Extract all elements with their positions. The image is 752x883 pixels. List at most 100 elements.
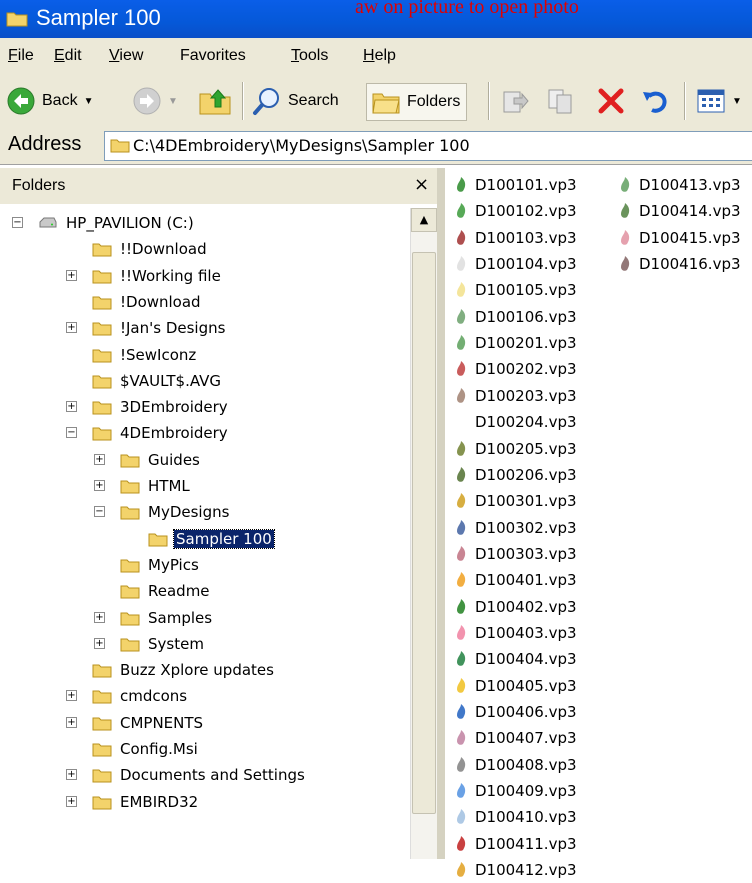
- expand-icon[interactable]: +: [94, 611, 105, 623]
- tree-item-folder[interactable]: + System: [94, 631, 206, 657]
- tree-item-label: cmdcons: [120, 687, 188, 706]
- tree-item-folder[interactable]: !SewIconz: [92, 342, 198, 368]
- file-item[interactable]: D100411.vp3: [451, 831, 577, 857]
- back-dropdown-icon[interactable]: ▼: [84, 96, 94, 107]
- expand-icon[interactable]: +: [66, 690, 77, 702]
- title-bar[interactable]: Sampler 100 aw on picture to open photo: [0, 0, 752, 38]
- file-item[interactable]: D100102.vp3: [451, 198, 577, 224]
- file-name: D100416.vp3: [639, 255, 741, 274]
- tree-item-folder[interactable]: + EMBIRD32: [66, 789, 200, 815]
- file-item[interactable]: D100105.vp3: [451, 277, 577, 303]
- delete-button[interactable]: [596, 82, 626, 120]
- expand-icon[interactable]: +: [66, 769, 77, 781]
- undo-button[interactable]: [640, 82, 670, 120]
- expand-icon[interactable]: +: [66, 269, 77, 281]
- file-item[interactable]: D100413.vp3: [615, 172, 741, 198]
- file-item[interactable]: D100410.vp3: [451, 804, 577, 830]
- tree-item-folder[interactable]: − 4DEmbroidery: [66, 420, 230, 446]
- file-item[interactable]: D100204.vp3: [451, 409, 577, 435]
- expand-icon[interactable]: +: [66, 716, 77, 728]
- file-item[interactable]: D100101.vp3: [451, 172, 577, 198]
- tree-item-folder[interactable]: + Guides: [94, 447, 202, 473]
- tree-item-folder[interactable]: + Samples: [94, 605, 214, 631]
- file-item[interactable]: D100202.vp3: [451, 356, 577, 382]
- tree-item-drive[interactable]: − HP_PAVILION (C:): [12, 210, 196, 236]
- file-item[interactable]: D100415.vp3: [615, 225, 741, 251]
- file-item[interactable]: D100416.vp3: [615, 251, 741, 277]
- folders-icon: [372, 93, 400, 114]
- file-item[interactable]: D100106.vp3: [451, 304, 577, 330]
- expand-icon[interactable]: +: [66, 322, 77, 334]
- file-item[interactable]: D100402.vp3: [451, 594, 577, 620]
- collapse-icon[interactable]: −: [66, 427, 77, 439]
- tree-item-folder[interactable]: + !Jan's Designs: [66, 315, 227, 341]
- copy-to-button[interactable]: [546, 82, 576, 120]
- forward-button[interactable]: ▼: [132, 82, 178, 120]
- expand-icon[interactable]: +: [94, 637, 105, 649]
- file-item[interactable]: D100206.vp3: [451, 462, 577, 488]
- tree-item-folder[interactable]: + CMPNENTS: [66, 710, 205, 736]
- tree-item-folder[interactable]: − MyDesigns: [94, 499, 231, 525]
- close-icon[interactable]: ×: [414, 174, 429, 195]
- file-item[interactable]: D100302.vp3: [451, 515, 577, 541]
- back-button[interactable]: Back ▼: [6, 82, 93, 120]
- file-item[interactable]: D100301.vp3: [451, 488, 577, 514]
- file-item[interactable]: D100303.vp3: [451, 541, 577, 567]
- file-item[interactable]: D100103.vp3: [451, 225, 577, 251]
- file-item[interactable]: D100104.vp3: [451, 251, 577, 277]
- menu-tools[interactable]: Tools: [291, 47, 328, 65]
- expand-icon[interactable]: +: [66, 401, 77, 413]
- file-item[interactable]: D100408.vp3: [451, 752, 577, 778]
- tree-item-folder[interactable]: + !!Working file: [66, 263, 223, 289]
- tree-item-folder[interactable]: MyPics: [120, 552, 201, 578]
- up-folder-button[interactable]: [198, 82, 232, 120]
- expand-icon[interactable]: +: [94, 480, 105, 491]
- tree-item-folder[interactable]: !!Download: [92, 236, 209, 262]
- expand-icon[interactable]: +: [66, 795, 77, 807]
- forward-dropdown-icon[interactable]: ▼: [168, 96, 178, 107]
- tree-item-folder[interactable]: +3DEmbroidery: [66, 394, 230, 420]
- file-item[interactable]: D100409.vp3: [451, 778, 577, 804]
- tree-item-folder[interactable]: + cmdcons: [66, 683, 189, 709]
- expand-icon[interactable]: +: [94, 453, 105, 465]
- file-item[interactable]: D100201.vp3: [451, 330, 577, 356]
- file-item[interactable]: D100404.vp3: [451, 646, 577, 672]
- tree-item-folder[interactable]: + Documents and Settings: [66, 762, 307, 788]
- file-name: D100411.vp3: [475, 834, 577, 853]
- file-item[interactable]: D100405.vp3: [451, 673, 577, 699]
- menu-file[interactable]: File: [8, 47, 34, 65]
- tree-item-folder[interactable]: Readme: [120, 578, 212, 604]
- folders-button[interactable]: Folders: [366, 83, 468, 121]
- move-to-button[interactable]: [500, 82, 530, 120]
- file-item[interactable]: D100403.vp3: [451, 620, 577, 646]
- tree-item-folder[interactable]: !Download: [92, 289, 203, 315]
- scroll-up-icon[interactable]: ▲: [411, 208, 437, 232]
- tree-item-folder[interactable]: $VAULT$.AVG: [92, 368, 223, 394]
- menu-edit[interactable]: Edit: [54, 47, 82, 65]
- file-item[interactable]: D100414.vp3: [615, 198, 741, 224]
- pane-splitter[interactable]: [437, 168, 445, 859]
- views-dropdown-icon[interactable]: ▼: [732, 96, 742, 107]
- file-item[interactable]: D100203.vp3: [451, 383, 577, 409]
- collapse-icon[interactable]: −: [12, 217, 23, 228]
- scroll-thumb[interactable]: [412, 252, 436, 814]
- vertical-scrollbar[interactable]: ▲: [410, 208, 437, 859]
- file-item[interactable]: D100407.vp3: [451, 725, 577, 751]
- views-button[interactable]: ▼: [696, 82, 742, 120]
- tree-item-folder[interactable]: Config.Msi: [92, 736, 200, 762]
- file-item[interactable]: D100406.vp3: [451, 699, 577, 725]
- tree-item-folder[interactable]: Sampler 100: [148, 526, 275, 552]
- file-item[interactable]: D100412.vp3: [451, 857, 577, 883]
- address-input[interactable]: C:\4DEmbroidery\MyDesigns\Sampler 100: [104, 131, 752, 161]
- file-item[interactable]: D100205.vp3: [451, 436, 577, 462]
- tree-item-label: Sampler 100: [173, 528, 275, 549]
- tree-item-folder[interactable]: + HTML: [94, 473, 192, 499]
- menu-favorites[interactable]: Favorites: [180, 47, 246, 65]
- menu-help[interactable]: Help: [363, 47, 396, 65]
- search-button[interactable]: Search: [252, 82, 339, 120]
- menu-view[interactable]: View: [109, 47, 143, 65]
- collapse-icon[interactable]: −: [94, 506, 105, 518]
- tree-item-folder[interactable]: Buzz Xplore updates: [92, 657, 276, 683]
- folders-header: Folders ×: [0, 168, 437, 204]
- file-item[interactable]: D100401.vp3: [451, 567, 577, 593]
